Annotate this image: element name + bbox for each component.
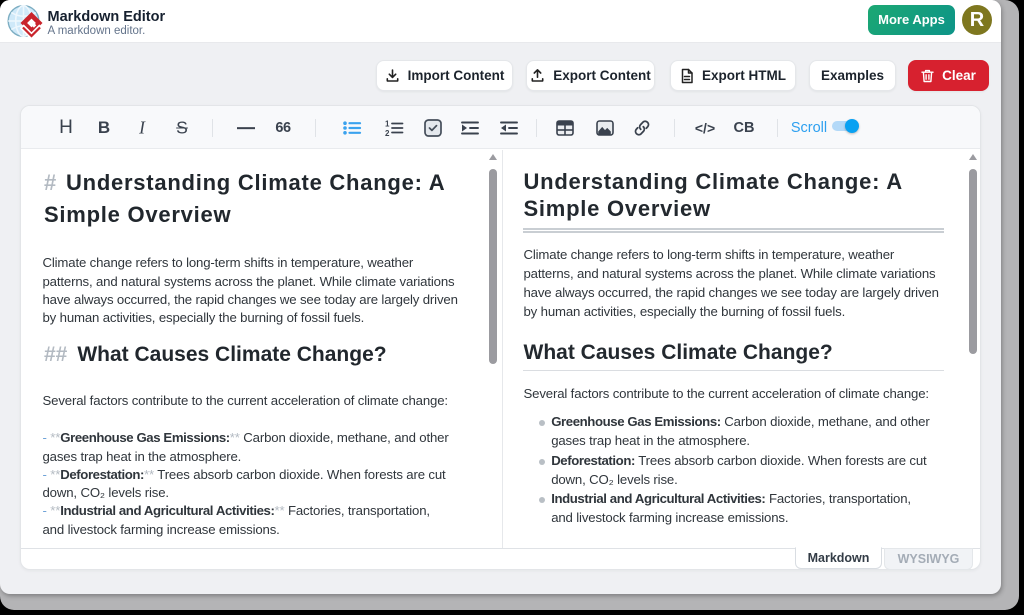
svg-text:2: 2 <box>385 129 390 137</box>
svg-text:1: 1 <box>385 120 390 129</box>
